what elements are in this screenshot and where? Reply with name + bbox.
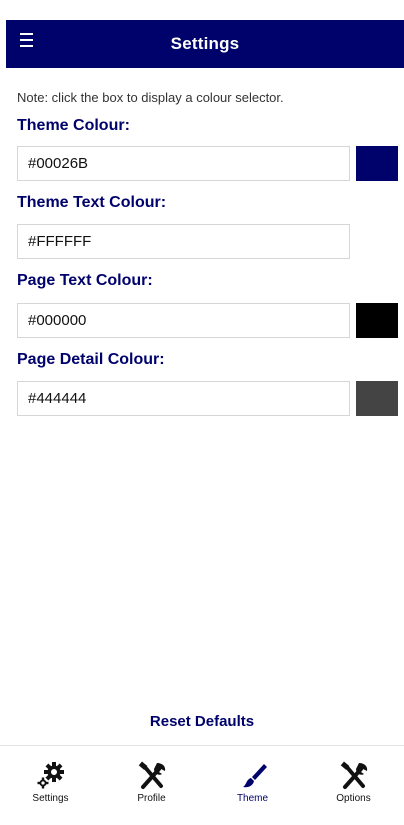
page-detail-colour-input[interactable]	[17, 381, 350, 416]
colour-selector-note: Note: click the box to display a colour …	[17, 90, 284, 105]
theme-text-colour-swatch[interactable]	[356, 224, 398, 259]
page-title: Settings	[170, 34, 240, 53]
reset-defaults-button[interactable]: Reset Defaults	[0, 713, 404, 733]
menu-icon[interactable]	[20, 33, 34, 47]
page-text-colour-label: Page Text Colour:	[17, 272, 153, 289]
tools-icon	[337, 760, 371, 790]
app-header: Settings	[6, 20, 404, 68]
theme-text-colour-row	[17, 224, 398, 259]
settings-content: Note: click the box to display a colour …	[17, 90, 398, 416]
status-bar-area	[0, 0, 404, 20]
page-text-colour-input[interactable]	[17, 303, 350, 338]
theme-colour-swatch[interactable]	[356, 146, 398, 181]
theme-colour-label: Theme Colour:	[17, 117, 130, 134]
page-text-colour-swatch[interactable]	[356, 303, 398, 338]
theme-colour-row	[17, 146, 398, 181]
page-detail-colour-row	[17, 381, 398, 416]
page-text-colour-row	[17, 303, 398, 338]
theme-text-colour-label: Theme Text Colour:	[17, 194, 167, 211]
tab-profile[interactable]: Profile	[101, 746, 202, 825]
tab-settings[interactable]: Settings	[0, 746, 101, 825]
tab-settings-label: Settings	[32, 793, 69, 804]
tab-options[interactable]: Options	[303, 746, 404, 825]
gears-icon	[34, 760, 68, 790]
theme-colour-input[interactable]	[17, 146, 350, 181]
bottom-tab-bar: Settings Profile Theme Options	[0, 745, 404, 825]
theme-text-colour-input[interactable]	[17, 224, 350, 259]
page-detail-colour-label: Page Detail Colour:	[17, 351, 165, 368]
page-detail-colour-swatch[interactable]	[356, 381, 398, 416]
tab-profile-label: Profile	[137, 793, 166, 804]
tab-options-label: Options	[336, 793, 371, 804]
brush-icon	[236, 760, 270, 790]
tools-icon	[135, 760, 169, 790]
tab-theme-label: Theme	[236, 793, 269, 804]
tab-theme[interactable]: Theme	[202, 746, 303, 825]
